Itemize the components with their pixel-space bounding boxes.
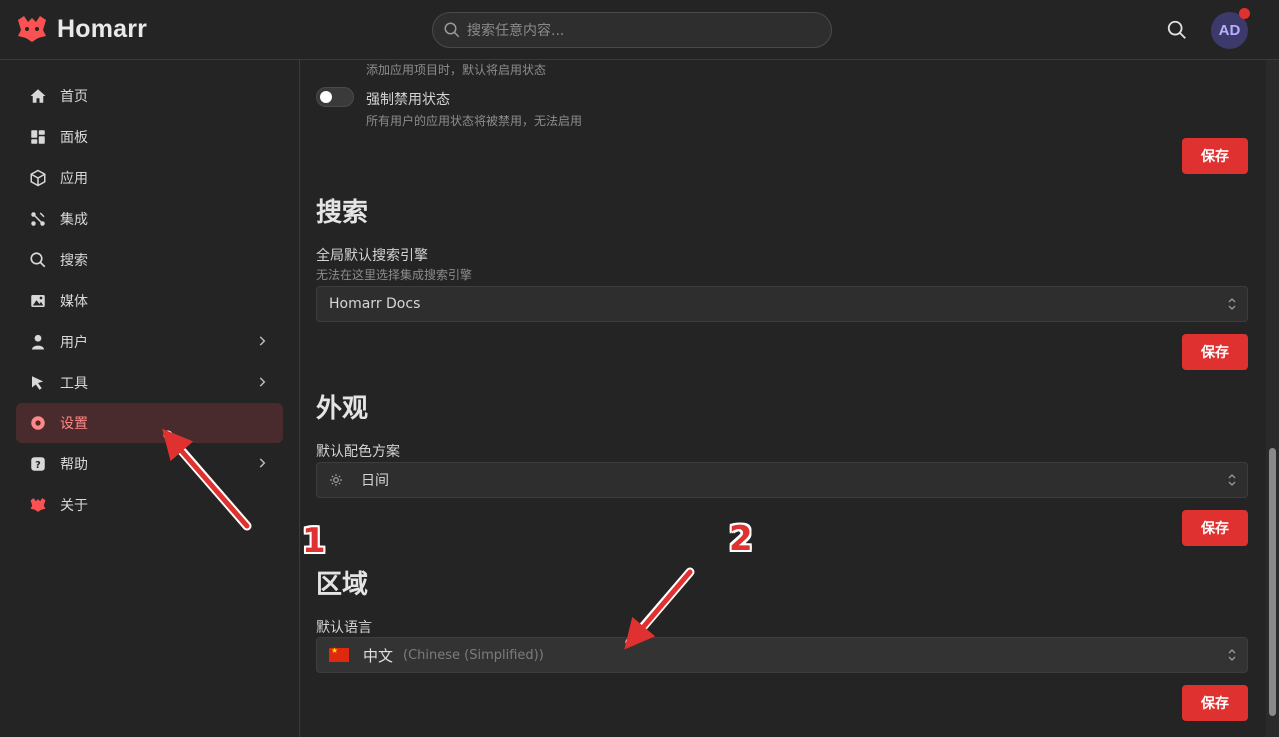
search-placeholder: 搜索任意内容... [467, 23, 565, 39]
force-disable-label: 强制禁用状态 [366, 92, 450, 108]
apps-save-button[interactable]: 保存 [1182, 138, 1248, 174]
sidebar-item-about[interactable]: 关于 [16, 485, 283, 525]
language-english-name: (Chinese (Simplified)) [403, 647, 544, 663]
search-icon[interactable] [1166, 19, 1188, 41]
avatar-initials: AD [1218, 22, 1241, 39]
select-value: Homarr Docs [329, 296, 421, 312]
sidebar-item-label: 设置 [60, 416, 88, 432]
chevron-updown-icon [1228, 298, 1236, 310]
default-language-select[interactable]: 中文 (Chinese (Simplified)) [316, 637, 1248, 673]
appearance-section-title: 外观 [316, 394, 369, 424]
chevron-right-icon [259, 377, 266, 387]
help-icon: ? [31, 457, 45, 471]
user-icon [32, 334, 44, 350]
homarr-logo-icon [18, 16, 46, 42]
sidebar-item-help[interactable]: ? 帮助 [16, 444, 283, 484]
settings-icon [31, 416, 45, 430]
chevron-right-icon [259, 458, 266, 468]
sidebar-item-label: 帮助 [60, 457, 88, 473]
search-engine-select[interactable]: Homarr Docs [316, 286, 1248, 322]
sidebar-item-media[interactable]: 媒体 [16, 281, 283, 321]
sidebar-item-label: 首页 [60, 89, 88, 105]
sidebar-item-tools[interactable]: 工具 [16, 363, 283, 403]
app-logo[interactable]: Homarr [15, 14, 147, 44]
china-flag-icon [329, 646, 349, 662]
language-native-name: 中文 [363, 646, 394, 665]
search-icon [30, 252, 46, 268]
color-scheme-select[interactable]: 日间 [316, 462, 1248, 498]
toggle-knob [320, 91, 332, 103]
color-scheme-label: 默认配色方案 [316, 444, 400, 460]
sidebar-item-label: 工具 [60, 376, 88, 392]
sidebar-item-label: 面板 [60, 130, 88, 146]
dashboard-icon [31, 130, 45, 144]
scrollbar-thumb[interactable] [1269, 448, 1276, 716]
sidebar: 首页 面板 应用 集成 搜索 媒体 用户 工具 设置 ? 帮助 关于 [0, 60, 300, 737]
sidebar-item-label: 关于 [60, 498, 88, 514]
photo-icon [31, 295, 45, 307]
sidebar-item-label: 用户 [60, 335, 88, 351]
chevron-updown-icon [1228, 649, 1236, 661]
logo-icon [30, 498, 46, 512]
region-section-title: 区域 [316, 570, 369, 600]
region-save-button[interactable]: 保存 [1182, 685, 1248, 721]
sidebar-item-apps[interactable]: 应用 [16, 158, 283, 198]
search-engine-label: 全局默认搜索引擎 [316, 248, 428, 264]
settings-content: 添加应用项目时，默认将启用状态 强制禁用状态 所有用户的应用状态将被禁用，无法启… [300, 60, 1279, 737]
sidebar-item-home[interactable]: 首页 [16, 76, 283, 116]
plug-icon [31, 212, 45, 226]
annotation-marker-2: 2 [729, 519, 753, 559]
sidebar-item-search[interactable]: 搜索 [16, 240, 283, 280]
sidebar-item-settings[interactable]: 设置 [16, 403, 283, 443]
enable-status-description: 添加应用项目时，默认将启用状态 [366, 63, 547, 77]
select-value: 日间 [361, 473, 389, 489]
home-icon [30, 89, 46, 103]
chevron-updown-icon [1228, 474, 1236, 486]
annotation-marker-1: 1 [302, 521, 326, 561]
sidebar-item-label: 媒体 [60, 294, 88, 310]
search-icon [444, 22, 460, 38]
force-disable-toggle[interactable] [316, 87, 354, 107]
search-section-title: 搜索 [316, 198, 369, 228]
sidebar-item-label: 应用 [60, 171, 88, 187]
search-input[interactable]: 搜索任意内容... [432, 12, 832, 48]
svg-text:?: ? [35, 460, 41, 471]
search-engine-description: 无法在这里选择集成搜索引擎 [316, 268, 473, 282]
app-header: Homarr 搜索任意内容... AD [0, 0, 1279, 60]
force-disable-description: 所有用户的应用状态将被禁用，无法启用 [366, 114, 583, 128]
sidebar-item-users[interactable]: 用户 [16, 322, 283, 362]
app-title: Homarr [57, 14, 148, 43]
appearance-save-button[interactable]: 保存 [1182, 510, 1248, 546]
pointer-icon [32, 376, 44, 390]
sidebar-item-boards[interactable]: 面板 [16, 117, 283, 157]
search-save-button[interactable]: 保存 [1182, 334, 1248, 370]
chevron-right-icon [259, 336, 266, 346]
main-scrollbar[interactable] [1266, 60, 1279, 737]
default-language-label: 默认语言 [316, 620, 372, 636]
notification-dot [1239, 8, 1250, 19]
box-icon [30, 169, 46, 187]
sun-icon [330, 474, 342, 486]
sidebar-item-integrations[interactable]: 集成 [16, 199, 283, 239]
avatar[interactable]: AD [1211, 8, 1250, 49]
sidebar-item-label: 集成 [60, 212, 88, 228]
sidebar-item-label: 搜索 [60, 253, 88, 269]
